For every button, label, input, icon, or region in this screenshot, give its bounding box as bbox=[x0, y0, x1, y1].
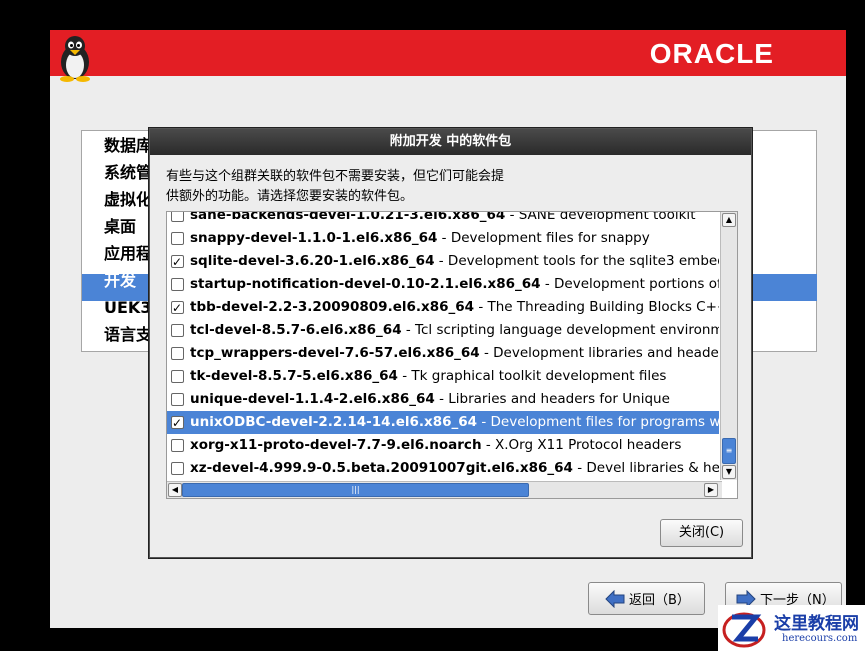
package-checkbox[interactable] bbox=[171, 324, 184, 337]
description-line-1: 有些与这个组群关联的软件包不需要安装，但它们可能会提 bbox=[166, 169, 505, 184]
category-item[interactable]: UEK3 bbox=[104, 295, 151, 321]
package-checkbox[interactable] bbox=[171, 212, 184, 222]
vertical-scroll-thumb[interactable]: ≡ bbox=[722, 438, 736, 464]
package-description: - Devel libraries & hea bbox=[572, 460, 719, 476]
package-checkbox[interactable] bbox=[171, 439, 184, 452]
package-description: - Development files for snappy bbox=[437, 230, 650, 246]
category-item[interactable]: 虚拟化 bbox=[104, 187, 152, 213]
package-description: - Development libraries and headers bbox=[479, 345, 719, 361]
watermark-text: 这里教程网 bbox=[774, 614, 859, 634]
close-button[interactable]: 关闭(C) bbox=[660, 519, 743, 547]
package-checkbox[interactable] bbox=[171, 370, 184, 383]
category-item[interactable]: 桌面 bbox=[104, 214, 136, 240]
scroll-right-icon[interactable]: ▶ bbox=[704, 483, 718, 497]
package-name: sane-backends-devel-1.0.21-3.el6.x86_64 bbox=[190, 211, 506, 223]
back-button[interactable]: 返回（B） bbox=[588, 582, 705, 615]
back-button-label: 返回（B） bbox=[629, 593, 690, 608]
package-rows: sane-backends-devel-1.0.21-3.el6.x86_64 … bbox=[167, 211, 719, 480]
oracle-logo: ORACLE bbox=[649, 38, 774, 69]
scroll-left-icon[interactable]: ◀ bbox=[168, 483, 182, 497]
package-row[interactable]: unixODBC-devel-2.2.14-14.el6.x86_64 - De… bbox=[167, 411, 719, 434]
package-description: - SANE development toolkit bbox=[505, 211, 696, 223]
package-name: tk-devel-8.5.7-5.el6.x86_64 bbox=[190, 368, 398, 384]
package-list[interactable]: sane-backends-devel-1.0.21-3.el6.x86_64 … bbox=[166, 211, 738, 499]
watermark-z-icon bbox=[722, 612, 766, 648]
dialog-description: 有些与这个组群关联的软件包不需要安装，但它们可能会提 供额外的功能。请选择您要安… bbox=[166, 167, 546, 207]
package-name: tcl-devel-8.5.7-6.el6.x86_64 bbox=[190, 322, 402, 338]
optional-packages-dialog: 附加开发 中的软件包 有些与这个组群关联的软件包不需要安装，但它们可能会提 供额… bbox=[149, 128, 752, 558]
watermark-url: herecours.com bbox=[782, 633, 858, 644]
package-description: - The Threading Building Blocks C++ bbox=[474, 299, 719, 315]
scroll-down-icon[interactable]: ▼ bbox=[722, 465, 736, 479]
package-checkbox[interactable] bbox=[171, 278, 184, 291]
category-item[interactable]: 开发 bbox=[104, 268, 136, 294]
arrow-left-icon bbox=[605, 589, 625, 608]
package-row[interactable]: tcl-devel-8.5.7-6.el6.x86_64 - Tcl scrip… bbox=[167, 319, 719, 342]
package-checkbox[interactable] bbox=[171, 297, 184, 319]
scroll-up-icon[interactable]: ▲ bbox=[722, 213, 736, 227]
package-name: snappy-devel-1.1.0-1.el6.x86_64 bbox=[190, 230, 438, 246]
horizontal-scroll-thumb[interactable]: ||| bbox=[182, 483, 529, 497]
package-name: tbb-devel-2.2-3.20090809.el6.x86_64 bbox=[190, 299, 475, 315]
package-description: - Development tools for the sqlite3 embe… bbox=[434, 253, 719, 269]
package-checkbox[interactable] bbox=[171, 347, 184, 360]
package-row[interactable]: snappy-devel-1.1.0-1.el6.x86_64 - Develo… bbox=[167, 227, 719, 250]
package-checkbox[interactable] bbox=[171, 462, 184, 475]
package-name: startup-notification-devel-0.10-2.1.el6.… bbox=[190, 276, 541, 292]
dialog-title: 附加开发 中的软件包 bbox=[150, 129, 751, 155]
horizontal-scrollbar[interactable]: ◀ ||| ▶ bbox=[167, 481, 722, 498]
category-item[interactable]: 语言支 bbox=[104, 322, 152, 348]
package-description: - Tcl scripting language development env… bbox=[401, 322, 719, 338]
category-item[interactable]: 系统管 bbox=[104, 160, 152, 186]
package-row[interactable]: sqlite-devel-3.6.20-1.el6.x86_64 - Devel… bbox=[167, 250, 719, 273]
package-row[interactable]: startup-notification-devel-0.10-2.1.el6.… bbox=[167, 273, 719, 296]
package-row[interactable]: xz-devel-4.999.9-0.5.beta.20091007git.el… bbox=[167, 457, 719, 480]
category-item[interactable]: 数据库 bbox=[104, 133, 152, 159]
package-description: - Development portions of s bbox=[540, 276, 719, 292]
package-checkbox[interactable] bbox=[171, 232, 184, 245]
package-name: unique-devel-1.1.4-2.el6.x86_64 bbox=[190, 391, 435, 407]
description-line-2: 供额外的功能。请选择您要安装的软件包。 bbox=[166, 189, 414, 204]
oracle-banner: ORACLE bbox=[50, 30, 846, 82]
category-item[interactable]: 应用程 bbox=[104, 241, 152, 267]
vertical-scrollbar[interactable]: ▲ ≡ ▼ bbox=[720, 212, 737, 480]
package-checkbox[interactable] bbox=[171, 393, 184, 406]
package-name: sqlite-devel-3.6.20-1.el6.x86_64 bbox=[190, 253, 435, 269]
watermark-logo: 这里教程网 herecours.com bbox=[718, 605, 865, 651]
package-name: xz-devel-4.999.9-0.5.beta.20091007git.el… bbox=[190, 460, 573, 476]
package-checkbox[interactable] bbox=[171, 251, 184, 273]
package-row[interactable]: sane-backends-devel-1.0.21-3.el6.x86_64 … bbox=[167, 211, 719, 227]
package-name: xorg-x11-proto-devel-7.7-9.el6.noarch bbox=[190, 437, 482, 453]
package-row[interactable]: tk-devel-8.5.7-5.el6.x86_64 - Tk graphic… bbox=[167, 365, 719, 388]
package-row[interactable]: tcp_wrappers-devel-7.6-57.el6.x86_64 - D… bbox=[167, 342, 719, 365]
package-row[interactable]: xorg-x11-proto-devel-7.7-9.el6.noarch - … bbox=[167, 434, 719, 457]
package-row[interactable]: unique-devel-1.1.4-2.el6.x86_64 - Librar… bbox=[167, 388, 719, 411]
package-description: - X.Org X11 Protocol headers bbox=[481, 437, 682, 453]
package-name: tcp_wrappers-devel-7.6-57.el6.x86_64 bbox=[190, 345, 480, 361]
package-description: - Libraries and headers for Unique bbox=[434, 391, 670, 407]
package-row[interactable]: tbb-devel-2.2-3.20090809.el6.x86_64 - Th… bbox=[167, 296, 719, 319]
package-name: unixODBC-devel-2.2.14-14.el6.x86_64 bbox=[190, 414, 478, 430]
package-checkbox[interactable] bbox=[171, 412, 184, 434]
tux-penguin-icon bbox=[60, 36, 90, 82]
package-description: - Tk graphical toolkit development files bbox=[397, 368, 667, 384]
package-description: - Development files for programs wh bbox=[477, 414, 719, 430]
